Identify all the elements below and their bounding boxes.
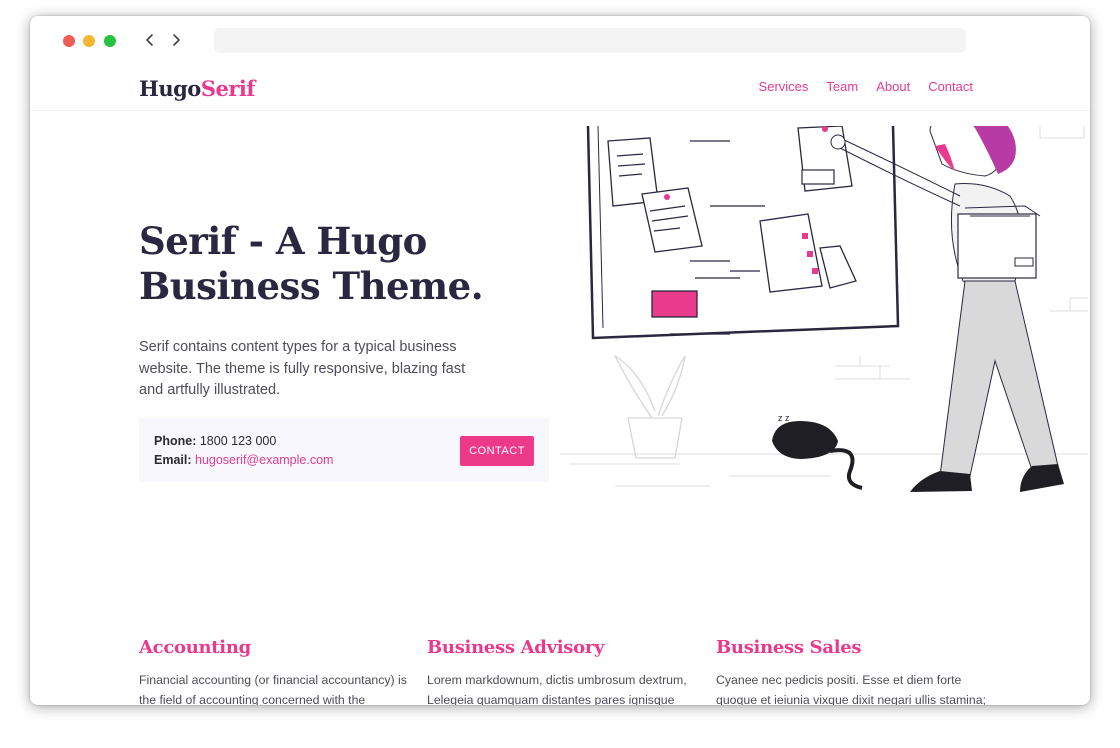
phone-line: Phone: 1800 123 000 [154,434,276,448]
browser-chrome [30,16,1090,66]
logo-part-serif: Serif [200,76,256,101]
logo-part-hugo: Hugo [139,76,201,101]
nav-team[interactable]: Team [826,79,858,94]
feature-title: Accounting [139,637,251,658]
hero-title-line2: Business Theme. [139,264,484,308]
hero-illustration: z z [560,126,1088,492]
address-bar[interactable] [214,28,966,53]
email-label: Email: [154,453,192,467]
close-window-button[interactable] [63,35,75,47]
main-nav: Services Team About Contact [759,79,973,94]
header-divider [30,110,1090,111]
feature-accounting: Accounting Financial accounting (or fina… [139,637,409,705]
feature-business-sales: Business Sales Cyanee nec pedicis positi… [716,637,986,705]
maximize-window-button[interactable] [104,35,116,47]
chevron-right-icon[interactable] [167,30,185,50]
web-page: HugoSerif Services Team About Contact Se… [30,66,1090,705]
site-logo[interactable]: HugoSerif [139,76,255,101]
feature-business-advisory: Business Advisory Lorem markdownum, dict… [427,637,697,705]
feature-title: Business Advisory [427,637,605,658]
contact-box: Phone: 1800 123 000 Email: hugoserif@exa… [139,418,549,482]
feature-text: Financial accounting (or financial accou… [139,673,407,705]
feature-text: Lorem markdownum, dictis umbrosum dextru… [427,673,687,705]
feature-text: Cyanee nec pedicis positi. Esse et diem … [716,673,987,705]
minimize-window-button[interactable] [83,35,95,47]
contact-button[interactable]: CONTACT [460,436,534,466]
email-line: Email: hugoserif@example.com [154,453,333,467]
browser-window: HugoSerif Services Team About Contact Se… [30,16,1090,705]
svg-text:z z: z z [778,413,790,423]
nav-contact[interactable]: Contact [928,79,973,94]
email-link[interactable]: hugoserif@example.com [195,453,333,467]
hero-title-line1: Serif - A Hugo [139,219,427,263]
hero-title: Serif - A Hugo Business Theme. [139,219,539,309]
phone-value: 1800 123 000 [199,434,277,448]
hero-description: Serif contains content types for a typic… [139,339,466,398]
nav-about[interactable]: About [876,79,910,94]
feature-title: Business Sales [716,637,862,658]
chevron-left-icon[interactable] [141,30,159,50]
phone-label: Phone: [154,434,197,448]
nav-services[interactable]: Services [759,79,809,94]
